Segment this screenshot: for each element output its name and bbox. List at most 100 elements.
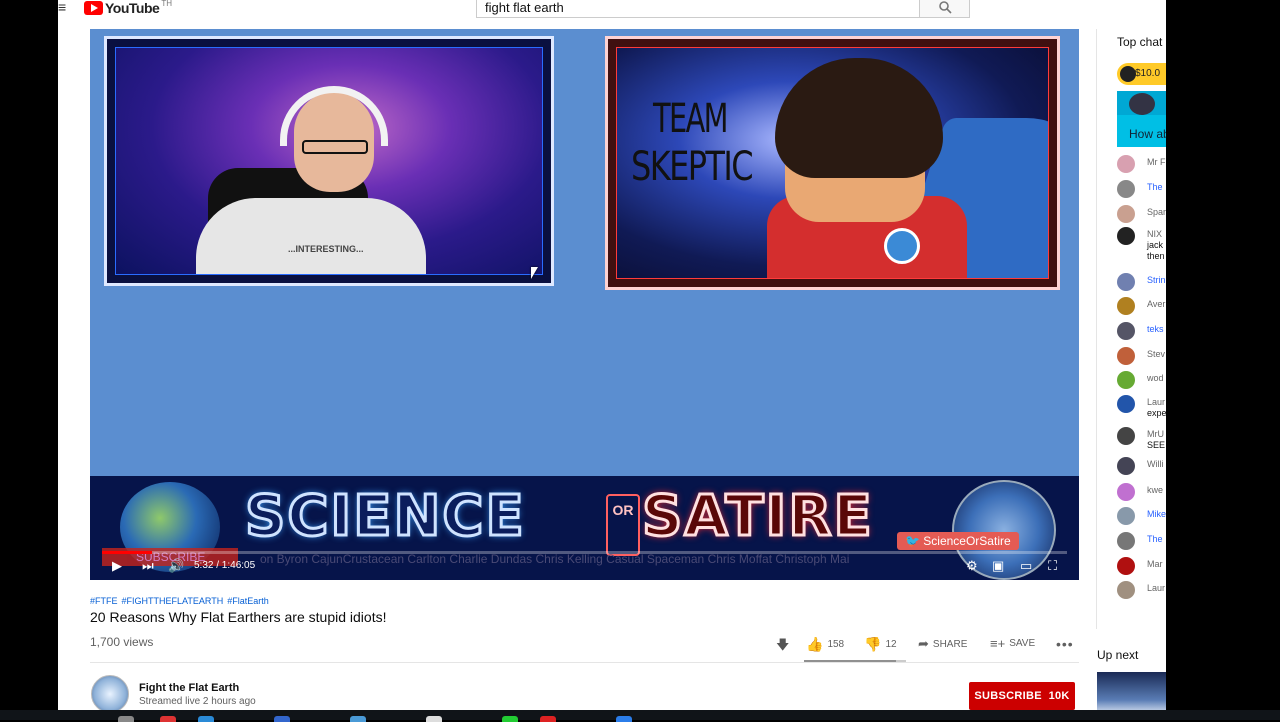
headphones	[280, 86, 388, 146]
region-code: TH	[161, 0, 172, 8]
taskbar-app-icon[interactable]	[160, 716, 176, 722]
menu-icon[interactable]: ≡	[58, 0, 66, 14]
superchat-amount: $10.0	[1135, 68, 1161, 79]
taskbar-app-icon[interactable]	[350, 716, 366, 722]
video-title: 20 Reasons Why Flat Earthers are stupid …	[90, 609, 387, 625]
progress-fill	[102, 551, 153, 554]
miniplayer-icon[interactable]: ▣	[992, 559, 1004, 572]
next-icon[interactable]: ⏭	[142, 559, 154, 572]
taskbar-app-icon[interactable]	[274, 716, 290, 722]
avatar	[1117, 507, 1135, 525]
chat-author[interactable]: The	[1147, 534, 1163, 544]
avatar	[1117, 371, 1135, 389]
taskbar-app-icon[interactable]	[616, 716, 632, 722]
chat-author[interactable]: Spar	[1147, 207, 1166, 217]
banner-or-text: OR	[606, 494, 640, 556]
settings-icon[interactable]: ⚙	[966, 559, 978, 572]
avatar	[1117, 227, 1135, 245]
search-input[interactable]: fight flat earth	[476, 0, 920, 18]
lego-hair	[775, 58, 943, 178]
subscribe-button[interactable]: SUBSCRIBE 10K	[969, 682, 1075, 710]
twitter-handle: 🐦 ScienceOrSatire	[897, 532, 1019, 550]
chat-author[interactable]: wod	[1147, 373, 1164, 383]
channel-name[interactable]: Fight the Flat Earth	[139, 682, 239, 694]
playlist-add-icon: ≡+	[990, 636, 1006, 651]
chat-author[interactable]: The	[1147, 182, 1163, 192]
channel-avatar[interactable]	[91, 675, 129, 710]
chat-author[interactable]: Laur	[1147, 583, 1165, 593]
save-button[interactable]: ≡+ SAVE	[990, 636, 1035, 651]
thumbs-down-icon: 👎	[864, 636, 882, 652]
chat-author[interactable]: Willi	[1147, 459, 1164, 469]
hashtag-link[interactable]: #FIGHTTHEFLATEARTH	[122, 596, 224, 606]
banner-science-text: SCIENCE	[244, 483, 526, 551]
streamer-shirt: ...INTERESTING...	[196, 198, 426, 274]
dislike-button[interactable]: 👎 12	[864, 636, 897, 653]
logo-text: YouTube	[105, 0, 160, 16]
avatar	[1117, 581, 1135, 599]
share-label: SHARE	[932, 638, 968, 650]
taskbar-app-icon[interactable]	[426, 716, 442, 722]
avatar	[1117, 532, 1135, 550]
avatar	[1117, 347, 1135, 365]
chat-author[interactable]: Laur	[1147, 397, 1165, 407]
download-icon: 🡇	[776, 637, 790, 652]
chat-author[interactable]: kwe	[1147, 485, 1163, 495]
avatar	[1117, 180, 1135, 198]
chat-author[interactable]: Mar	[1147, 559, 1163, 569]
avatar	[1117, 273, 1135, 291]
twitter-handle-text: ScienceOrSatire	[923, 534, 1011, 548]
dislike-count: 12	[885, 639, 897, 650]
chat-text: then	[1147, 251, 1165, 261]
more-actions-button[interactable]: •••	[1056, 636, 1074, 652]
video-player[interactable]: ...INTERESTING... TEAM SKEPTIC SCIENCE O…	[90, 29, 1079, 580]
taskbar-app-icon[interactable]	[198, 716, 214, 722]
share-button[interactable]: ➦ SHARE	[918, 636, 967, 652]
up-next-label: Up next	[1097, 648, 1139, 662]
avatar	[1117, 395, 1135, 413]
chat-author[interactable]: Aver	[1147, 299, 1165, 309]
chat-author[interactable]: Mike	[1147, 509, 1166, 519]
view-count: 1,700 views	[90, 635, 154, 649]
taskbar-app-icon[interactable]	[540, 716, 556, 722]
chat-author[interactable]: NIX	[1147, 229, 1162, 239]
avatar	[1117, 205, 1135, 223]
divider	[90, 662, 1079, 663]
avatar	[1117, 457, 1135, 475]
chat-author[interactable]: Strin	[1147, 275, 1166, 285]
hashtag-link[interactable]: #FTFE	[90, 596, 118, 606]
chat-author[interactable]: teks	[1147, 324, 1164, 334]
hashtag-link[interactable]: #FlatEarth	[227, 596, 269, 606]
thumbs-up-icon: 👍	[806, 636, 824, 652]
banner-satire-text: SATIRE	[641, 483, 874, 551]
progress-bar[interactable]	[102, 551, 1067, 554]
youtube-logo[interactable]: YouTube TH	[84, 0, 172, 16]
avatar	[1117, 155, 1135, 173]
taskbar-app-icon[interactable]	[502, 716, 518, 722]
up-next-thumbnail[interactable]	[1097, 672, 1166, 710]
chat-author[interactable]: Mr F	[1147, 157, 1166, 167]
player-controls: ▶ ⏭ 🔊 5:32 / 1:46:05 ⚙ ▣ ▭ ⛶	[90, 551, 1079, 580]
subscribe-label: SUBSCRIBE	[974, 690, 1042, 702]
glasses	[302, 140, 368, 154]
like-button[interactable]: 👍 158	[806, 636, 844, 653]
chat-author[interactable]: MrU	[1147, 429, 1164, 439]
skeptic-text: SKEPTIC	[631, 144, 754, 190]
youtube-page: ≡ YouTube TH fight flat earth ...INTERES…	[58, 0, 1166, 710]
volume-icon[interactable]: 🔊	[168, 559, 184, 572]
download-button[interactable]: 🡇	[776, 636, 789, 658]
chat-text: expe	[1147, 408, 1166, 418]
superchat-ticker[interactable]: $10.0	[1117, 63, 1166, 85]
theater-mode-icon[interactable]: ▭	[1020, 559, 1032, 572]
globe-badge-icon	[884, 228, 920, 264]
taskbar-app-icon[interactable]	[118, 716, 134, 722]
more-icon: •••	[1056, 636, 1074, 652]
play-icon[interactable]: ▶	[112, 559, 122, 572]
chat-author[interactable]: Stev	[1147, 349, 1165, 359]
avatar	[1129, 93, 1155, 115]
chat-title[interactable]: Top chat	[1117, 35, 1162, 49]
live-chat-panel: Top chat $10.0 How ab Mr F The Spar NIX jack…	[1096, 29, 1166, 629]
time-display: 5:32 / 1:46:05	[194, 560, 256, 571]
search-button[interactable]	[920, 0, 970, 18]
fullscreen-icon[interactable]: ⛶	[1048, 559, 1057, 572]
